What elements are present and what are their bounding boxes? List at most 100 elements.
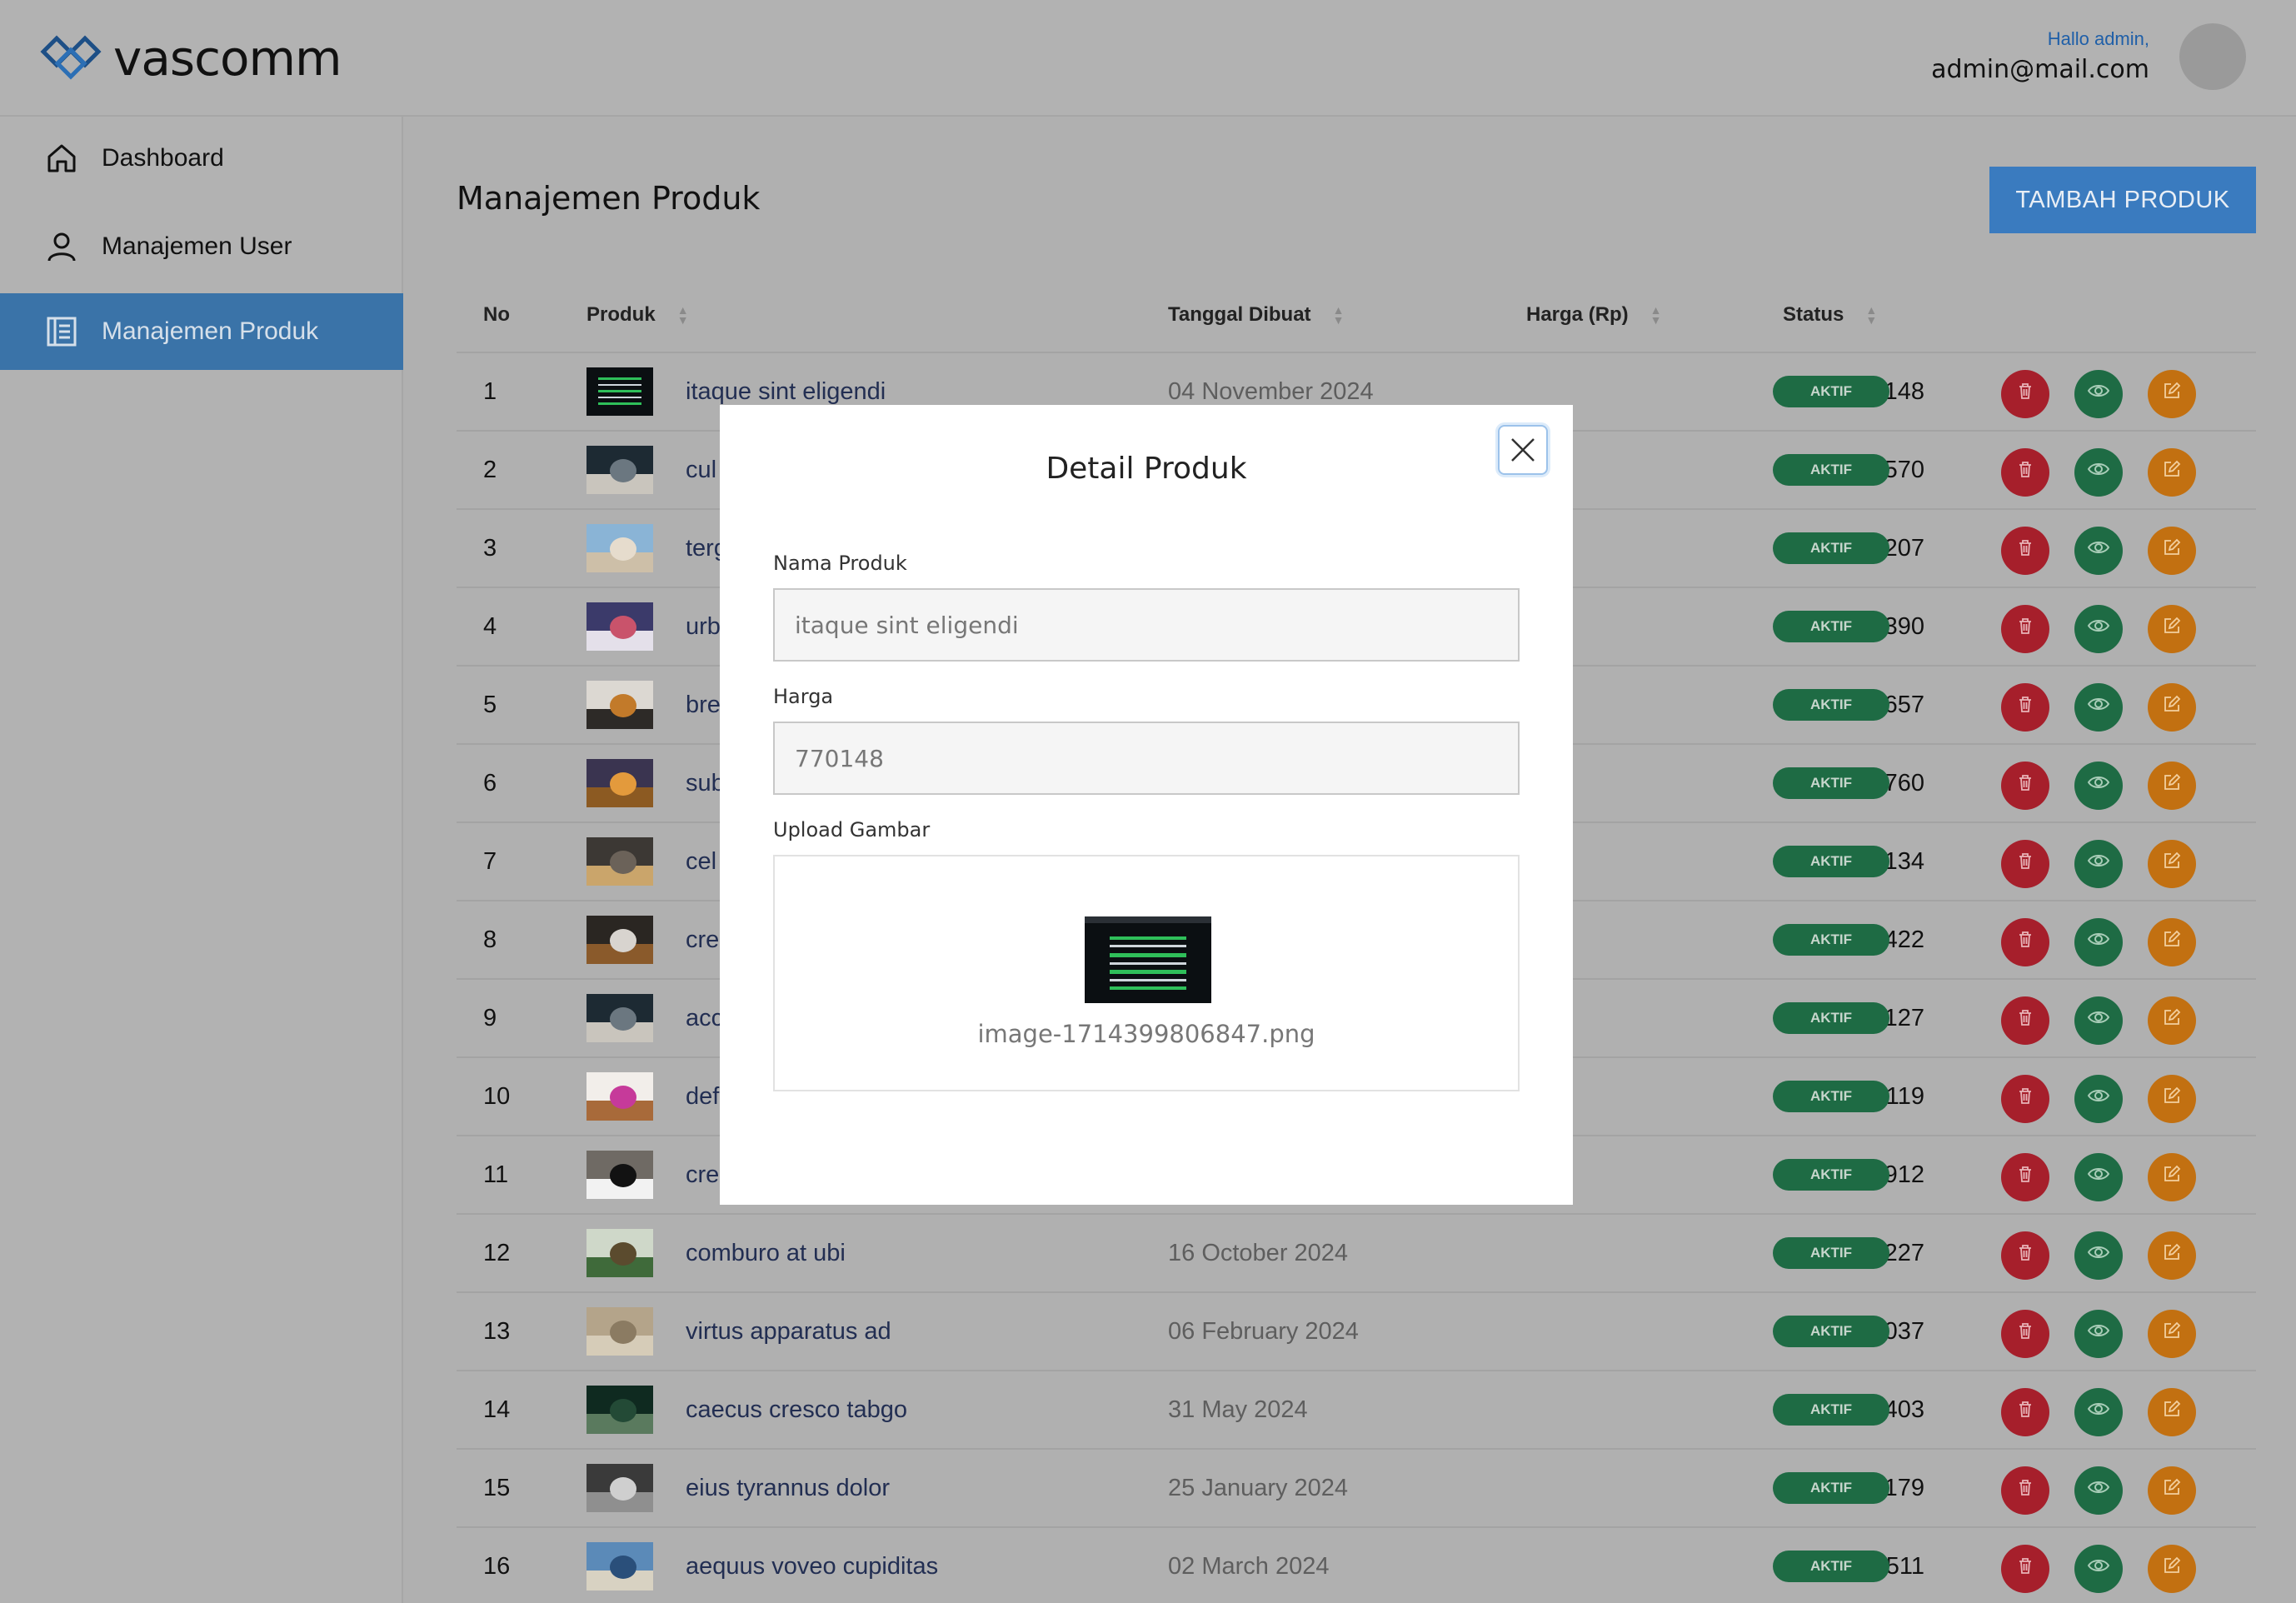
edit-button[interactable] [2148, 918, 2196, 966]
view-button[interactable] [2074, 1231, 2123, 1280]
delete-button[interactable] [2001, 448, 2049, 497]
status-badge: AKTIF [1773, 1316, 1889, 1347]
view-button[interactable] [2074, 1466, 2123, 1515]
view-button[interactable] [2074, 527, 2123, 575]
view-button[interactable] [2074, 840, 2123, 888]
close-button[interactable] [1498, 425, 1548, 475]
delete-button[interactable] [2001, 1075, 2049, 1123]
product-name: def [686, 1082, 720, 1110]
delete-button[interactable] [2001, 527, 2049, 575]
delete-button[interactable] [2001, 1545, 2049, 1593]
eye-icon [2087, 850, 2110, 878]
edit-button[interactable] [2148, 605, 2196, 653]
view-button[interactable] [2074, 1545, 2123, 1593]
header-produk[interactable]: Produk ▲ ▼ [586, 303, 689, 327]
delete-button[interactable] [2001, 996, 2049, 1045]
delete-button[interactable] [2001, 1310, 2049, 1358]
uploaded-file-name: image-1714399806847.png [977, 1020, 1315, 1048]
edit-button[interactable] [2148, 1310, 2196, 1358]
edit-button[interactable] [2148, 683, 2196, 732]
product-name-field[interactable]: itaque sint eligendi [773, 588, 1520, 662]
upload-dropzone[interactable]: image-1714399806847.png [773, 855, 1520, 1091]
edit-button[interactable] [2148, 448, 2196, 497]
pencil-icon [2161, 693, 2183, 722]
view-button[interactable] [2074, 1075, 2123, 1123]
eye-icon [2087, 1555, 2110, 1583]
edit-button[interactable] [2148, 1231, 2196, 1280]
product-thumbnail [586, 667, 653, 743]
edit-button[interactable] [2148, 1545, 2196, 1593]
add-product-button[interactable]: TAMBAH PRODUK [1989, 167, 2256, 233]
edit-button[interactable] [2148, 527, 2196, 575]
edit-button[interactable] [2148, 1466, 2196, 1515]
pencil-icon [2161, 850, 2183, 878]
product-name: eius tyrannus dolor [686, 1474, 891, 1501]
view-button[interactable] [2074, 605, 2123, 653]
edit-button[interactable] [2148, 1388, 2196, 1436]
status-cell: AKTIF [1773, 980, 1889, 1056]
delete-button[interactable] [2001, 918, 2049, 966]
edit-button[interactable] [2148, 370, 2196, 418]
edit-button[interactable] [2148, 840, 2196, 888]
view-button[interactable] [2074, 448, 2123, 497]
sidebar-item-user[interactable]: Manajemen User [0, 208, 403, 285]
delete-button[interactable] [2001, 762, 2049, 810]
sort-icon[interactable]: ▲ ▼ [677, 304, 689, 326]
view-button[interactable] [2074, 683, 2123, 732]
delete-button[interactable] [2001, 1388, 2049, 1436]
brand-logo[interactable]: vascomm [40, 30, 342, 87]
created-date: 31 May 2024 [1168, 1396, 1308, 1423]
sort-icon[interactable]: ▲ ▼ [1865, 304, 1877, 326]
close-icon [1511, 438, 1535, 462]
header-harga[interactable]: Harga (Rp) ▲ ▼ [1526, 303, 1662, 327]
status-cell: AKTIF [1773, 667, 1889, 743]
header-status[interactable]: Status ▲ ▼ [1783, 303, 1877, 327]
trash-icon [2014, 1241, 2036, 1270]
view-button[interactable] [2074, 918, 2123, 966]
trash-icon [2014, 615, 2036, 643]
trash-icon [2014, 537, 2036, 565]
view-button[interactable] [2074, 762, 2123, 810]
delete-button[interactable] [2001, 840, 2049, 888]
status-cell: AKTIF [1773, 510, 1889, 587]
table-row: 12comburo at ubi16 October 2024Rp 150.22… [457, 1215, 2256, 1293]
sidebar-item-produk[interactable]: Manajemen Produk [0, 293, 403, 370]
delete-button[interactable] [2001, 370, 2049, 418]
delete-button[interactable] [2001, 605, 2049, 653]
view-button[interactable] [2074, 370, 2123, 418]
product-thumbnail [586, 980, 653, 1056]
header-produk-label: Produk [586, 303, 656, 326]
created-date: 25 January 2024 [1168, 1474, 1349, 1501]
edit-button[interactable] [2148, 1075, 2196, 1123]
sidebar-item-label: Manajemen User [102, 232, 292, 260]
sort-icon[interactable]: ▲ ▼ [1650, 304, 1662, 326]
delete-button[interactable] [2001, 1231, 2049, 1280]
delete-button[interactable] [2001, 683, 2049, 732]
sidebar-item-dashboard[interactable]: Dashboard [0, 120, 403, 197]
trash-icon [2014, 850, 2036, 878]
row-number: 15 [483, 1474, 511, 1501]
view-button[interactable] [2074, 1153, 2123, 1201]
status-cell: AKTIF [1773, 1293, 1889, 1370]
uploaded-image-preview [1085, 916, 1211, 1003]
product-name: urb [686, 612, 721, 640]
edit-button[interactable] [2148, 996, 2196, 1045]
product-name: acc [686, 1004, 724, 1031]
view-button[interactable] [2074, 996, 2123, 1045]
eye-icon [2087, 772, 2110, 800]
avatar[interactable] [2179, 23, 2246, 90]
edit-button[interactable] [2148, 1153, 2196, 1201]
delete-button[interactable] [2001, 1466, 2049, 1515]
view-button[interactable] [2074, 1310, 2123, 1358]
view-button[interactable] [2074, 1388, 2123, 1436]
edit-button[interactable] [2148, 762, 2196, 810]
pencil-icon [2161, 537, 2183, 565]
status-badge: AKTIF [1773, 611, 1889, 642]
row-number: 13 [483, 1317, 511, 1345]
delete-button[interactable] [2001, 1153, 2049, 1201]
price-field[interactable]: 770148 [773, 722, 1520, 795]
sort-icon[interactable]: ▲ ▼ [1333, 304, 1345, 326]
header-tanggal[interactable]: Tanggal Dibuat ▲ ▼ [1168, 303, 1344, 327]
sidebar: Dashboard Manajemen User Manajemen Produ… [0, 117, 403, 1603]
product-name: virtus apparatus ad [686, 1317, 891, 1345]
